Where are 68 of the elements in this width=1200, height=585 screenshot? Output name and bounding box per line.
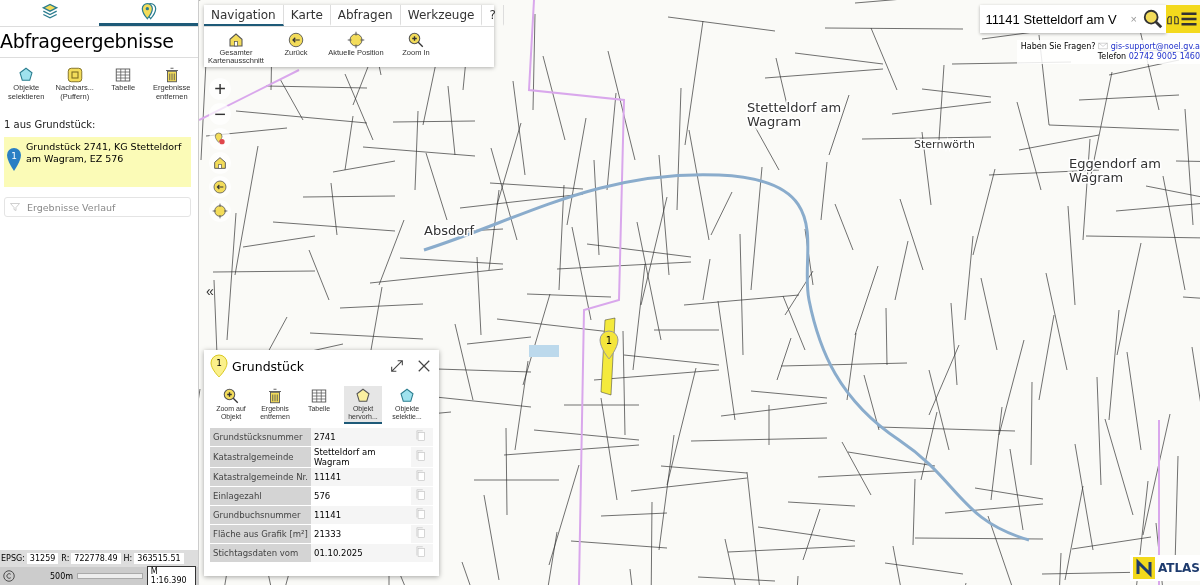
coordinate-value: 363515.51 — [134, 553, 184, 564]
scale-value: M 1:16.390 — [146, 566, 196, 585]
menu-button[interactable] — [1166, 5, 1200, 33]
ribbon-tab[interactable]: Navigation — [204, 5, 284, 26]
logo-icon — [1132, 557, 1155, 579]
place-label: Eggendorf am Wagram — [1069, 156, 1161, 185]
pentagon-icon — [17, 66, 36, 84]
home-icon — [212, 155, 228, 171]
search-field[interactable]: 11141 Stetteldorf am V — [979, 5, 1128, 33]
search-button[interactable] — [1140, 5, 1166, 33]
scale-bar-label: 500m — [50, 571, 74, 581]
collapse-button[interactable]: « — [199, 280, 221, 302]
menu-icon — [1180, 10, 1198, 28]
attribute-value: Stetteldorf am Wagram — [311, 446, 411, 468]
crosshair-icon — [212, 203, 228, 219]
coordinate-label: R: — [61, 554, 70, 563]
result-item[interactable]: 1 Grundstück 2741, KG Stetteldorf am Wagram, EZ 576 — [4, 137, 191, 187]
search-icon — [1142, 8, 1164, 30]
map-tool-button[interactable] — [209, 200, 231, 222]
map-tool-button[interactable] — [209, 152, 231, 174]
crosshair-icon — [347, 31, 365, 49]
pentagon-icon — [354, 387, 372, 405]
map-pin-icon: 1 — [6, 147, 22, 173]
square-icon — [65, 66, 84, 84]
ribbon-tab[interactable]: Werkzeuge — [400, 5, 483, 26]
marker-badge: 1 — [210, 354, 228, 378]
attribute-label: Grundstücksnummer — [210, 428, 311, 447]
email-link[interactable]: gis-support@noel.gv.a — [1110, 41, 1200, 51]
place-label: Absdorf — [424, 223, 475, 238]
expand-icon — [389, 358, 405, 374]
coordinate-value: 31259 — [26, 553, 59, 564]
phone-label: Telefon — [1097, 51, 1127, 61]
popup-title: Grundstück — [232, 358, 306, 374]
table-icon — [310, 387, 328, 405]
phone-link[interactable]: 02742 9005 1460 — [1128, 51, 1200, 61]
panel-title: Abfrageergebnisse — [0, 30, 198, 58]
map-marker-icon: 1 — [598, 330, 620, 360]
zoom-in-icon — [407, 31, 425, 49]
place-label: Stetteldorf am Wagram — [747, 100, 842, 129]
place-label: Sternwörth — [914, 138, 975, 151]
coordinate-label: H: — [123, 554, 133, 563]
copyright-icon — [2, 569, 16, 583]
ribbon-tab[interactable]: Abfragen — [330, 5, 401, 26]
ribbon-tab[interactable]: ? — [482, 5, 504, 26]
filter-icon — [9, 201, 21, 213]
history-dropdown[interactable]: Ergebnisse Verlauf — [4, 197, 191, 217]
pin-icon — [212, 131, 228, 147]
zoom-out-button[interactable]: − — [209, 103, 231, 125]
attribute-value: 2741 — [311, 428, 411, 447]
copy-icon — [414, 449, 428, 463]
pond — [529, 345, 559, 357]
pentagon-icon — [398, 387, 416, 405]
home-icon — [227, 31, 245, 49]
zoom-in-icon — [222, 387, 240, 405]
ribbon-tab[interactable]: Karte — [283, 5, 331, 26]
trash-icon — [266, 387, 284, 405]
scale-bar — [77, 573, 143, 579]
attribute-label: Katastralgemeinde — [210, 446, 311, 468]
table-icon — [114, 66, 133, 84]
result-count: 1 aus Grundstück: — [4, 119, 97, 130]
map-tool-button[interactable] — [209, 128, 231, 150]
zoom-in-button[interactable]: + — [209, 78, 231, 100]
logo-text: ATLAS — [1157, 561, 1200, 575]
coordinate-value: 722778.49 — [71, 553, 121, 564]
coordinate-label: EPSG: — [1, 554, 25, 563]
help-question: Haben Sie Fragen? — [1020, 41, 1096, 51]
map-tool-button[interactable] — [209, 176, 231, 198]
expand-button[interactable] — [389, 358, 405, 374]
